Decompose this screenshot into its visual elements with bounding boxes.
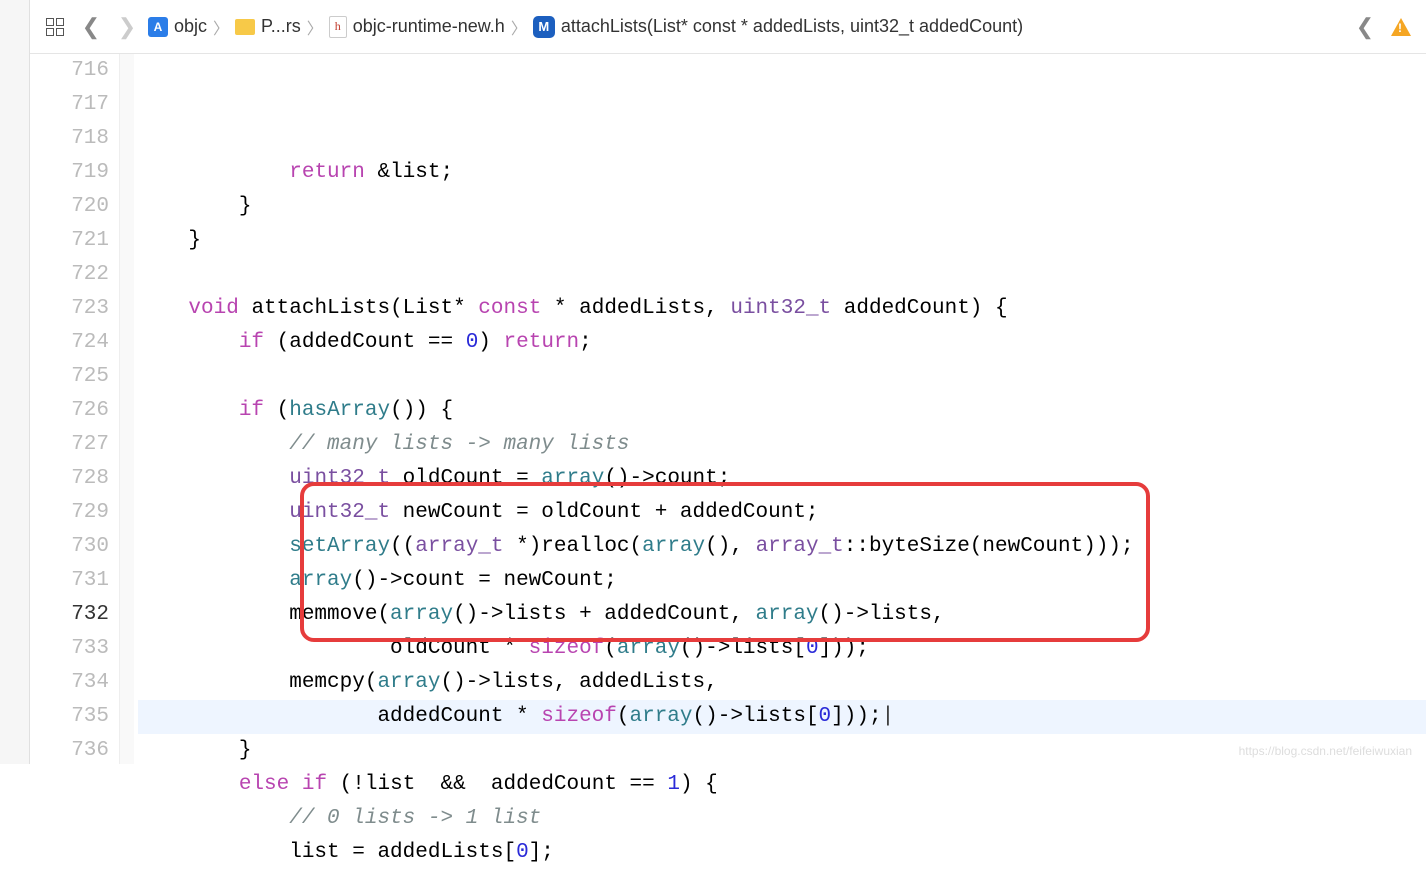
code-line[interactable]: oldCount * sizeof(array()->lists[0])); [138, 632, 1426, 666]
project-icon: A [148, 17, 168, 37]
line-number[interactable]: 730 [30, 530, 109, 564]
line-number[interactable]: 725 [30, 360, 109, 394]
code-line[interactable]: setArray((array_t *)realloc(array(), arr… [138, 530, 1426, 564]
folder-icon [235, 19, 255, 35]
code-line[interactable]: } [138, 190, 1426, 224]
line-number[interactable]: 736 [30, 734, 109, 768]
code-line[interactable]: } [138, 224, 1426, 258]
line-number[interactable]: 729 [30, 496, 109, 530]
code-line[interactable]: list = addedLists[0]; [138, 836, 1426, 870]
crumb-symbol-label: attachLists(List* const * addedLists, ui… [561, 16, 1023, 37]
issues-button[interactable] [1386, 12, 1416, 42]
related-items-button[interactable] [40, 12, 70, 42]
editor-left-strip [0, 0, 30, 764]
line-number[interactable]: 724 [30, 326, 109, 360]
line-number[interactable]: 720 [30, 190, 109, 224]
code-line[interactable] [138, 360, 1426, 394]
back-button[interactable]: ❮ [76, 12, 106, 42]
line-number[interactable]: 735 [30, 700, 109, 734]
jump-back-button[interactable]: ❮ [1350, 12, 1380, 42]
fold-strip[interactable] [120, 54, 134, 764]
line-number[interactable]: 721 [30, 224, 109, 258]
code-line[interactable]: if (addedCount == 0) return; [138, 326, 1426, 360]
text-cursor: | [882, 705, 895, 728]
code-line[interactable]: else if (!list && addedCount == 1) { [138, 768, 1426, 802]
crumb-folder[interactable]: P...rs [235, 16, 301, 37]
line-number[interactable]: 716 [30, 54, 109, 88]
crumb-symbol[interactable]: M attachLists(List* const * addedLists, … [533, 16, 1023, 38]
code-line[interactable]: } [138, 734, 1426, 768]
line-number[interactable]: 722 [30, 258, 109, 292]
code-line[interactable]: array()->count = newCount; [138, 564, 1426, 598]
grid-icon [46, 18, 64, 36]
crumb-project[interactable]: A objc [148, 16, 207, 37]
crumb-project-label: objc [174, 16, 207, 37]
line-number[interactable]: 731 [30, 564, 109, 598]
code-line[interactable]: uint32_t newCount = oldCount + addedCoun… [138, 496, 1426, 530]
crumb-separator: 〉 [305, 15, 325, 39]
code-line[interactable]: uint32_t oldCount = array()->count; [138, 462, 1426, 496]
code-area[interactable]: return &list; } } void attachLists(List*… [134, 54, 1426, 764]
toolbar: ❮ ❯ A objc 〉 P...rs 〉 h objc-runtime-new… [30, 0, 1426, 54]
crumb-folder-label: P...rs [261, 16, 301, 37]
crumb-file-label: objc-runtime-new.h [353, 16, 505, 37]
code-line[interactable]: if (hasArray()) { [138, 394, 1426, 428]
forward-button[interactable]: ❯ [112, 12, 142, 42]
code-line[interactable]: // many lists -> many lists [138, 428, 1426, 462]
header-file-icon: h [329, 16, 347, 38]
line-number-gutter[interactable]: 7167177187197207217227237247257267277287… [30, 54, 120, 764]
line-number[interactable]: 726 [30, 394, 109, 428]
watermark: https://blog.csdn.net/feifeiwuxian [1239, 744, 1412, 758]
line-number[interactable]: 732 [30, 598, 109, 632]
code-line[interactable]: memcpy(array()->lists, addedLists, [138, 666, 1426, 700]
line-number[interactable]: 719 [30, 156, 109, 190]
line-number[interactable]: 734 [30, 666, 109, 700]
crumb-separator: 〉 [509, 15, 529, 39]
line-number[interactable]: 718 [30, 122, 109, 156]
code-line[interactable]: return &list; [138, 156, 1426, 190]
line-number[interactable]: 723 [30, 292, 109, 326]
code-line[interactable]: memmove(array()->lists + addedCount, arr… [138, 598, 1426, 632]
line-number[interactable]: 717 [30, 88, 109, 122]
method-icon: M [533, 16, 555, 38]
code-line[interactable]: void attachLists(List* const * addedList… [138, 292, 1426, 326]
crumb-separator: 〉 [211, 15, 231, 39]
line-number[interactable]: 728 [30, 462, 109, 496]
code-line[interactable]: // 0 lists -> 1 list [138, 802, 1426, 836]
breadcrumb: A objc 〉 P...rs 〉 h objc-runtime-new.h 〉… [148, 15, 1344, 39]
crumb-file[interactable]: h objc-runtime-new.h [329, 16, 505, 38]
code-line[interactable] [138, 258, 1426, 292]
warning-icon [1391, 18, 1411, 36]
line-number[interactable]: 733 [30, 632, 109, 666]
line-number[interactable]: 727 [30, 428, 109, 462]
code-line[interactable]: addedCount * sizeof(array()->lists[0]));… [138, 700, 1426, 734]
code-editor[interactable]: 7167177187197207217227237247257267277287… [30, 54, 1426, 764]
